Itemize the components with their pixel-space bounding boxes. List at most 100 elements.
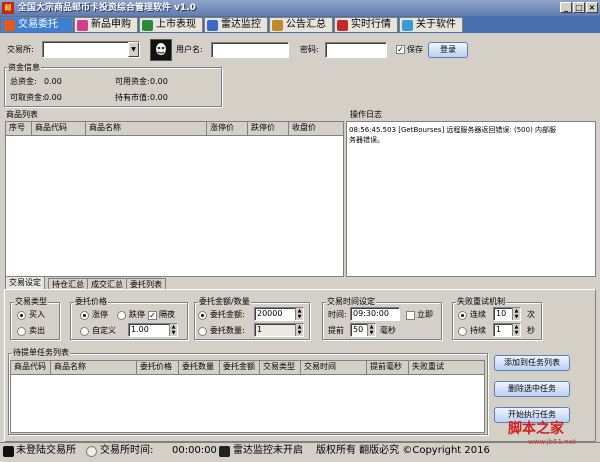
withdrawable-value: 0.00 [44,93,62,102]
close-button[interactable]: × [586,2,598,13]
col-pending-code[interactable]: 商品代码 [11,361,51,375]
custom-label: 自定义 [92,326,116,335]
col-pending-time[interactable]: 交易时间 [301,361,367,375]
col-product-name[interactable]: 商品名称 [86,122,207,136]
seconds-label: 秒 [527,326,535,335]
col-pending-qty[interactable]: 委托数量 [179,361,220,375]
copyright: 版权所有 翻版必究 ©Copyright 2016 [316,445,490,456]
col-product-code[interactable]: 商品代码 [32,122,86,136]
minimize-button[interactable]: _ [560,2,572,13]
amount-title: 委托金额/数量 [198,297,251,307]
timing-title: 交易时间设定 [326,297,376,307]
username-field[interactable] [211,42,289,58]
sell-radio[interactable] [17,327,26,336]
login-button[interactable]: 登录 [428,42,468,58]
tab-trade-order[interactable]: 交易委托 [1,17,73,32]
funds-title: 资金信息 [7,63,41,73]
total-funds-label: 总资金: [10,77,37,86]
retry-title: 失败重试机制 [456,297,506,307]
exchange-time-label: 交易所时间: [100,445,154,456]
amount-radio[interactable] [198,311,207,320]
ms-label: 毫秒 [380,326,396,335]
total-funds-value: 0.00 [44,77,62,86]
market-value-value: 0.00 [150,93,168,102]
log-line: 务器错误。 [349,136,384,144]
quantity-label: 委托数量: [210,326,245,335]
advance-stepper[interactable]: ▲ ▼ [367,324,375,336]
col-pending-name[interactable]: 商品名称 [51,361,137,375]
time-input[interactable]: 09:30:00 [350,307,400,321]
quantity-stepper[interactable]: ▲ ▼ [295,324,303,336]
col-limit-up[interactable]: 涨停价 [207,122,248,136]
trade-icon [4,20,15,31]
exchange-select[interactable] [42,41,140,58]
username-label: 用户名: [176,45,203,54]
custom-radio[interactable] [80,327,89,336]
amount-stepper[interactable]: ▲ ▼ [295,308,303,320]
subtab-trade-settings[interactable]: 交易设定 [5,276,45,290]
available-funds-label: 可用资金: [115,77,150,86]
maximize-button[interactable]: □ [573,2,585,13]
radar-icon [219,446,230,457]
col-pending-type[interactable]: 交易类型 [260,361,301,375]
window-title: 全国大宗商品邮币卡投资综合管理软件 v1.0 [18,3,196,13]
tab-radar-monitor[interactable]: 雷达监控 [204,17,268,32]
sell-label: 卖出 [29,326,45,335]
persist-stepper[interactable]: ▲ ▼ [512,324,520,336]
radar-status: 雷达监控未开启 [233,445,303,456]
withdrawable-label: 可取资金: [10,93,45,102]
times-label: 次 [527,310,535,319]
persist-radio[interactable] [458,327,467,336]
tab-realtime-quotes[interactable]: 实时行情 [334,17,398,32]
time-label: 时间: [328,310,347,319]
immediate-label: 立即 [417,310,433,319]
tab-announcements[interactable]: 公告汇总 [269,17,333,32]
watermark-brand: 脚本之家 [508,421,564,437]
market-value-label: 持有市值: [115,93,150,102]
radar-icon [207,20,218,31]
password-field[interactable] [325,42,387,58]
continuous-radio[interactable] [458,311,467,320]
limit-down-radio[interactable] [117,311,126,320]
limit-up-radio[interactable] [80,311,89,320]
delete-task-button[interactable]: 删除选中任务 [494,381,570,397]
password-label: 密码: [300,45,319,54]
custom-price-stepper[interactable]: ▲ ▼ [169,324,177,336]
col-limit-down[interactable]: 跌停价 [248,122,289,136]
col-pending-amount[interactable]: 委托金额 [220,361,260,375]
info-icon [402,20,413,31]
immediate-checkbox[interactable] [406,311,415,320]
col-pending-price[interactable]: 委托价格 [137,361,179,375]
overnight-checkbox[interactable]: ✓ [148,311,157,320]
save-checkbox[interactable]: ✓ [396,45,405,54]
col-pending-retry[interactable]: 失败重试 [409,361,484,375]
buy-radio[interactable] [17,311,26,320]
col-index[interactable]: 序号 [6,122,32,136]
col-close-price[interactable]: 收盘价 [289,122,343,136]
user-icon [3,446,14,457]
quotes-icon [337,20,348,31]
persist-label: 持续 [470,326,486,335]
amount-label: 委托金额: [210,310,245,319]
quantity-radio[interactable] [198,327,207,336]
tab-listing-performance[interactable]: 上市表现 [139,17,203,32]
col-pending-advance[interactable]: 提前毫秒 [367,361,409,375]
clock-icon [86,446,97,457]
log-title: 操作日志 [350,110,382,119]
limit-up-label: 涨停 [92,310,108,319]
exchange-time-value: 00:00:00 [172,445,217,456]
available-funds-value: 0.00 [150,77,168,86]
chevron-down-icon[interactable]: ▼ [128,42,139,57]
pending-title: 待提单任务列表 [12,348,70,358]
tab-new-subscribe[interactable]: 新品申购 [74,17,138,32]
continuous-label: 连续 [470,310,486,319]
notice-icon [272,20,283,31]
login-status: 未登陆交易所 [16,445,76,456]
tab-about[interactable]: 关于软件 [399,17,463,32]
product-list-table[interactable] [5,121,344,277]
watermark-url: www.jb51.net [528,438,576,446]
app-icon: 邮 [2,2,14,14]
add-task-button[interactable]: 添加到任务列表 [494,355,570,371]
continuous-stepper[interactable]: ▲ ▼ [512,308,520,320]
chart-icon [142,20,153,31]
